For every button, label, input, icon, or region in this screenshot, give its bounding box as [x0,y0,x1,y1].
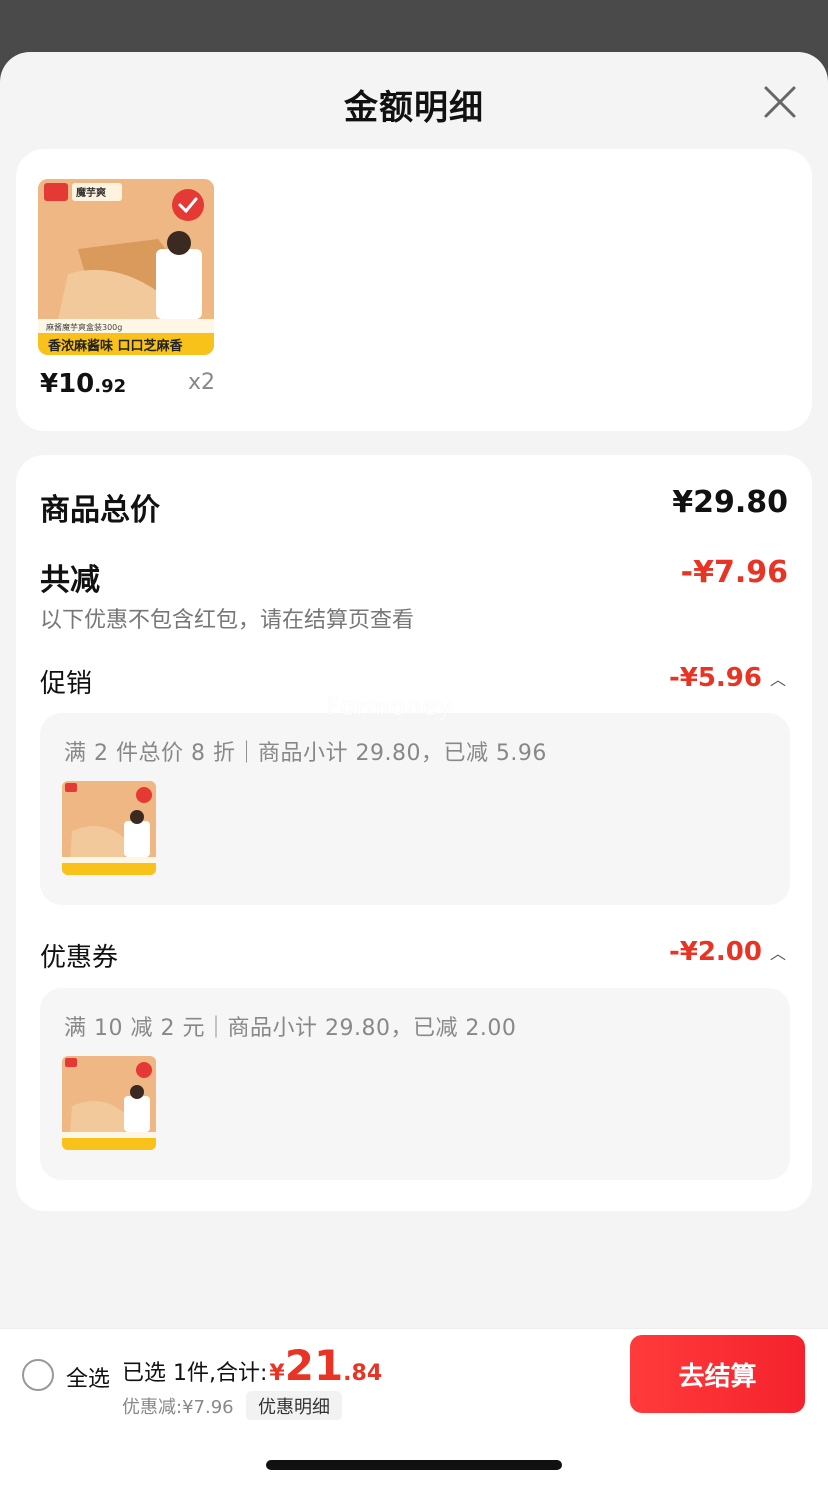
discount-detail-button[interactable]: 优惠明细 [246,1391,342,1421]
sheet-title: 金额明细 [344,88,484,128]
price-decimal: .92 [94,376,127,397]
total-price-value: ¥29.80 [672,485,788,520]
discount-summary: 优惠减:¥7.96 [122,1397,234,1418]
chevron-up-icon: ︿ [769,670,786,689]
selected-count: 已选 1件,合计: [122,1361,268,1386]
total-decimal: .84 [343,1361,383,1386]
close-icon[interactable] [760,82,800,122]
home-area [0,1420,828,1486]
coupon-label: 优惠券 [40,943,119,973]
coupon-toggle[interactable]: -¥2.00 ︿ [669,937,786,967]
checkout-bar: 全选 已选 1件,合计: ¥ 21 .84 优惠减:¥7.96 优惠明细 去结算 [0,1328,828,1421]
watermark: Formoney [326,693,454,721]
total-discount-value: -¥7.96 [680,555,788,590]
price-integer: ¥10 [40,369,95,399]
product-image-label: 麻酱魔芋爽盒装300g [46,322,122,332]
product-card: 麻酱魔芋爽盒装300g 香浓麻酱味 口口芝麻香 魔芋爽 ¥10.92 x2 [16,149,812,431]
select-all-radio[interactable] [22,1359,54,1391]
product-image[interactable]: 麻酱魔芋爽盒装300g 香浓麻酱味 口口芝麻香 魔芋爽 [38,179,214,355]
total-discount-label: 共减 [40,563,100,598]
promo-value: -¥5.96 [668,663,762,693]
coupon-product-image [62,1056,156,1150]
product-price: ¥10.92 [40,369,126,399]
amount-detail-sheet: 金额明细 麻酱魔芋爽盒装300g 香浓麻酱味 口口芝麻香 魔芋爽 ¥10.92 … [0,52,828,1486]
promo-desc: 满 2 件总价 8 折｜商品小计 29.80，已减 5.96 [64,741,547,766]
select-all-label[interactable]: 全选 [66,1361,110,1393]
coupon-detail-box: 满 10 减 2 元｜商品小计 29.80，已减 2.00 [40,988,790,1180]
product-image-brand: 魔芋爽 [76,186,106,199]
price-breakdown-card: 商品总价 ¥29.80 共减 -¥7.96 以下优惠不包含红包，请在结算页查看 … [16,455,812,1211]
promo-detail-box: 满 2 件总价 8 折｜商品小计 29.80，已减 5.96 [40,713,790,905]
total-integer: 21 [284,1341,344,1390]
checkout-button[interactable]: 去结算 [630,1335,805,1413]
total-price-label: 商品总价 [40,493,160,528]
product-image-banner: 香浓麻酱味 口口芝麻香 [47,338,184,354]
promo-toggle[interactable]: -¥5.96 ︿ [669,663,786,693]
promo-label: 促销 [40,669,93,699]
total-currency: ¥ [269,1361,285,1386]
coupon-desc: 满 10 减 2 元｜商品小计 29.80，已减 2.00 [64,1016,517,1041]
order-summary: 已选 1件,合计: ¥ 21 .84 [122,1341,382,1390]
home-indicator[interactable] [266,1460,562,1470]
discount-note: 以下优惠不包含红包，请在结算页查看 [40,608,415,633]
coupon-value: -¥2.00 [668,937,762,967]
chevron-up-icon: ︿ [769,944,786,963]
promo-product-image [62,781,156,875]
product-quantity: x2 [188,370,216,395]
